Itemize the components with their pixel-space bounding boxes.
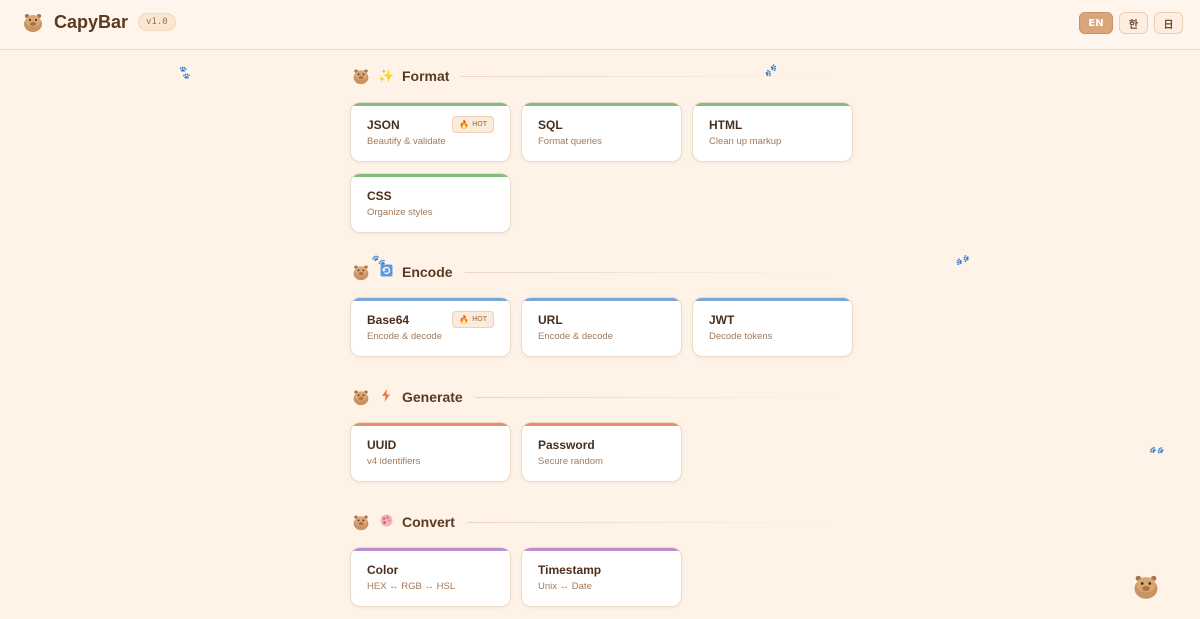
language-button-en[interactable]: EN bbox=[1079, 12, 1113, 34]
section-header-format: ✨ Format bbox=[352, 66, 832, 86]
section-header-encode: Encode bbox=[352, 262, 835, 282]
flame-icon: 🔥 bbox=[459, 315, 470, 324]
tool-description: Encode & decode bbox=[538, 331, 614, 342]
tool-title: UUID bbox=[367, 438, 397, 452]
tool-card-html[interactable]: HTML Clean up markup bbox=[692, 102, 853, 162]
tool-title: Timestamp bbox=[538, 563, 602, 577]
section-title: Generate bbox=[402, 389, 463, 405]
tool-card-password[interactable]: Password Secure random bbox=[521, 422, 682, 482]
hot-badge: 🔥 HOT bbox=[452, 311, 494, 328]
tool-title: SQL bbox=[538, 118, 563, 132]
version-badge: v1.0 bbox=[138, 13, 176, 31]
tool-card-css[interactable]: CSS Organize styles bbox=[350, 173, 511, 233]
tool-title: JWT bbox=[709, 313, 735, 327]
brand[interactable]: CapyBar v1.0 bbox=[22, 11, 176, 33]
app-name: CapyBar bbox=[54, 11, 129, 32]
capybara-mascot-icon[interactable] bbox=[1132, 572, 1160, 600]
section-divider bbox=[474, 396, 845, 398]
section-header-generate: Generate bbox=[352, 387, 845, 407]
section-title: Convert bbox=[402, 514, 455, 530]
tool-description: v4 identifiers bbox=[367, 456, 421, 467]
capybara-logo-icon bbox=[24, 14, 42, 32]
sparkles-icon: ✨ bbox=[378, 68, 395, 83]
tool-title: Color bbox=[367, 563, 399, 577]
tool-title: URL bbox=[538, 313, 563, 327]
tool-card-url[interactable]: URL Encode & decode bbox=[521, 297, 682, 357]
tool-card-jwt[interactable]: JWT Decode tokens bbox=[692, 297, 853, 357]
capybara-icon bbox=[353, 390, 369, 406]
tool-title: Password bbox=[538, 438, 595, 452]
tool-description: Format queries bbox=[538, 136, 602, 147]
tool-title: HTML bbox=[709, 118, 743, 132]
capybara-icon bbox=[353, 265, 369, 281]
tool-description: Beautify & validate bbox=[367, 136, 446, 147]
tool-description: Organize styles bbox=[367, 207, 433, 218]
refresh-icon bbox=[378, 264, 394, 280]
tool-title: CSS bbox=[367, 189, 392, 203]
tool-description: Secure random bbox=[538, 456, 603, 467]
tool-card-base64[interactable]: Base64 🔥 HOT Encode & decode bbox=[350, 297, 511, 357]
section-title: Encode bbox=[402, 264, 453, 280]
flame-icon: 🔥 bbox=[459, 120, 470, 129]
paw-print-icon: 🐾 bbox=[176, 64, 194, 81]
section-title: Format bbox=[402, 68, 450, 84]
capybara-icon bbox=[353, 69, 369, 85]
language-button-ja[interactable]: 日 bbox=[1154, 12, 1183, 34]
tool-description: Encode & decode bbox=[367, 331, 443, 342]
tool-title: Base64 bbox=[367, 313, 410, 327]
tool-card-uuid[interactable]: UUID v4 identifiers bbox=[350, 422, 511, 482]
tool-description: Clean up markup bbox=[709, 136, 782, 147]
section-divider bbox=[466, 521, 837, 523]
palette-icon bbox=[378, 514, 394, 530]
lightning-icon bbox=[378, 389, 394, 405]
tool-card-timestamp[interactable]: Timestamp Unix ↔ Date bbox=[521, 547, 682, 607]
section-header-convert: Convert bbox=[352, 512, 837, 532]
tool-card-color[interactable]: Color HEX ↔ RGB ↔ HSL bbox=[350, 547, 511, 607]
tool-card-json[interactable]: JSON 🔥 HOT Beautify & validate bbox=[350, 102, 511, 162]
tool-description: Decode tokens bbox=[709, 331, 773, 342]
tool-description: Unix ↔ Date bbox=[538, 581, 592, 592]
language-button-ko[interactable]: 한 bbox=[1119, 12, 1148, 34]
paw-print-icon: 🐾 bbox=[955, 252, 972, 270]
tool-card-sql[interactable]: SQL Format queries bbox=[521, 102, 682, 162]
hot-badge: 🔥 HOT bbox=[452, 116, 494, 133]
tool-title: JSON bbox=[367, 118, 400, 132]
capybara-icon bbox=[353, 515, 369, 531]
section-divider bbox=[461, 75, 832, 77]
language-switcher: EN 한 日 bbox=[1079, 12, 1183, 34]
app-header: CapyBar v1.0 EN 한 日 bbox=[0, 0, 1200, 50]
paw-print-icon: 🐾 bbox=[1148, 441, 1167, 460]
tool-description: HEX ↔ RGB ↔ HSL bbox=[367, 581, 456, 592]
section-divider bbox=[464, 271, 835, 273]
